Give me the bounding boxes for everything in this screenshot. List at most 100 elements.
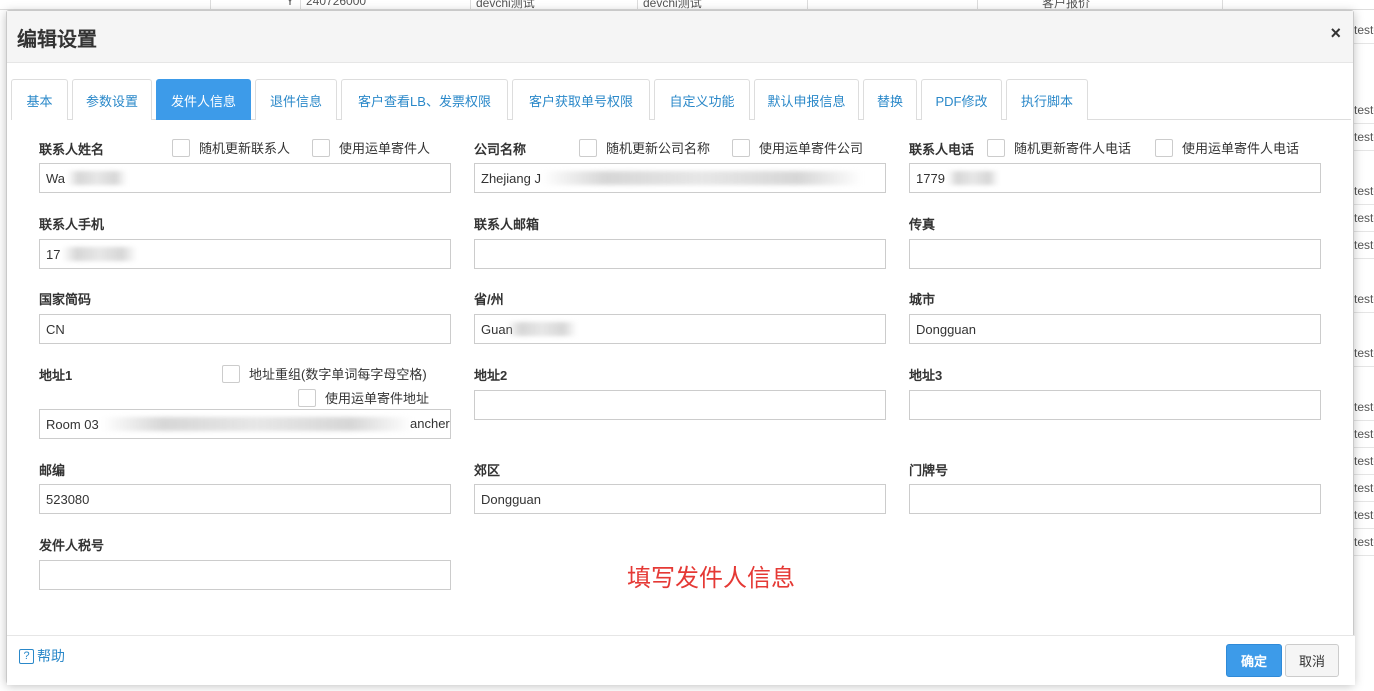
random-contact-checkbox[interactable]: 随机更新联系人: [172, 138, 290, 157]
tab-return-info[interactable]: 退件信息: [255, 79, 337, 120]
cancel-button[interactable]: 取消: [1285, 644, 1339, 677]
help-link[interactable]: ? 帮助: [19, 646, 65, 666]
background-row-cell: teste: [1354, 448, 1374, 475]
address2-label: 地址2: [474, 368, 508, 383]
background-row-cell: teste: [1354, 232, 1374, 259]
bg-row-col2: devchi测试: [643, 0, 702, 10]
address3-input[interactable]: [909, 390, 1321, 420]
bg-row-number: 240726000: [306, 0, 367, 8]
country-code-input[interactable]: [39, 314, 451, 344]
checkbox-box[interactable]: [987, 138, 1005, 157]
tab-sender-info[interactable]: 发件人信息: [156, 79, 251, 120]
background-top-row: Y 240726000 devchi测试 devchi测试 客户报价: [0, 0, 1374, 10]
redaction-blur: [67, 171, 127, 185]
edit-settings-dialog: 编辑设置 × 基本 参数设置 发件人信息 退件信息 客户查看LB、发票权限 客户…: [6, 10, 1355, 685]
contact-mobile-label: 联系人手机: [39, 217, 105, 232]
background-row-cell: teste: [1354, 421, 1374, 448]
tab-lb-invoice-permission[interactable]: 客户查看LB、发票权限: [341, 79, 508, 120]
checkbox-label: 使用运单寄件人电话: [1182, 141, 1300, 156]
bg-row-col1: devchi测试: [476, 0, 535, 10]
close-button[interactable]: ×: [1330, 23, 1341, 44]
background-row-cell: teste: [1354, 394, 1374, 421]
address1-value-tail: ancher: [410, 416, 450, 431]
background-row-cell: teste: [1354, 286, 1374, 313]
background-row-cell: teste: [1354, 97, 1374, 124]
checkbox-box[interactable]: [579, 138, 597, 157]
fax-input[interactable]: [909, 239, 1321, 269]
province-label: 省/州: [474, 292, 504, 307]
tab-custom-features[interactable]: 自定义功能: [654, 79, 750, 120]
background-row-cell: teste: [1354, 529, 1374, 556]
redaction-blur: [542, 171, 862, 185]
tab-bar: 基本 参数设置 发件人信息 退件信息 客户查看LB、发票权限 客户获取单号权限 …: [11, 79, 1351, 120]
company-name-label: 公司名称: [474, 142, 527, 157]
help-label[interactable]: 帮助: [37, 646, 65, 666]
district-input[interactable]: [474, 484, 886, 514]
checkbox-box[interactable]: [172, 138, 190, 157]
redaction-blur: [62, 247, 137, 261]
checkbox-box[interactable]: [732, 138, 750, 157]
help-icon[interactable]: ?: [19, 648, 34, 664]
tab-replace[interactable]: 替换: [863, 79, 917, 120]
tab-default-declaration[interactable]: 默认申报信息: [754, 79, 859, 120]
confirm-button[interactable]: 确定: [1226, 644, 1282, 677]
use-waybill-phone-checkbox[interactable]: 使用运单寄件人电话: [1155, 138, 1299, 157]
background-row-cell: teste: [1354, 17, 1374, 44]
checkbox-label: 随机更新联系人: [199, 141, 291, 156]
postcode-input[interactable]: [39, 484, 451, 514]
checkbox-label: 随机更新寄件人电话: [1014, 141, 1132, 156]
address3-label: 地址3: [909, 368, 943, 383]
bg-row-col3: 客户报价: [1042, 0, 1091, 10]
background-row-cell: teste: [1354, 205, 1374, 232]
checkbox-box[interactable]: [312, 138, 330, 157]
house-number-label: 门牌号: [909, 463, 949, 478]
contact-name-label: 联系人姓名: [39, 142, 105, 157]
postcode-label: 邮编: [39, 463, 66, 478]
dialog-footer: ? 帮助 确定 取消: [7, 635, 1355, 685]
tab-tracking-number-permission[interactable]: 客户获取单号权限: [512, 79, 650, 120]
redaction-blur: [507, 322, 577, 336]
tab-pdf-edit[interactable]: PDF修改: [921, 79, 1002, 120]
bg-row-letter: Y: [286, 0, 295, 8]
annotation-text: 填写发件人信息: [627, 565, 795, 592]
address2-input[interactable]: [474, 390, 886, 420]
redaction-blur: [947, 171, 999, 185]
background-row-cell: teste: [1354, 502, 1374, 529]
use-waybill-address-checkbox[interactable]: 使用运单寄件地址: [298, 388, 429, 407]
use-waybill-company-checkbox[interactable]: 使用运单寄件公司: [732, 138, 863, 157]
checkbox-label: 使用运单寄件人: [339, 141, 431, 156]
dialog-header: 编辑设置 ×: [7, 11, 1353, 63]
contact-email-input[interactable]: [474, 239, 886, 269]
dialog-title: 编辑设置: [17, 29, 97, 51]
background-row-cell: teste: [1354, 178, 1374, 205]
checkbox-box[interactable]: [1155, 138, 1173, 157]
city-input[interactable]: [909, 314, 1321, 344]
checkbox-label: 随机更新公司名称: [606, 141, 711, 156]
contact-email-label: 联系人邮箱: [474, 217, 540, 232]
redaction-blur: [102, 417, 412, 431]
city-label: 城市: [909, 292, 936, 307]
country-code-label: 国家简码: [39, 292, 92, 307]
house-number-input[interactable]: [909, 484, 1321, 514]
checkbox-box[interactable]: [298, 388, 316, 407]
random-company-checkbox[interactable]: 随机更新公司名称: [579, 138, 710, 157]
fax-label: 传真: [909, 217, 936, 232]
address1-label: 地址1: [39, 368, 73, 383]
district-label: 郊区: [474, 463, 501, 478]
tab-parameters[interactable]: 参数设置: [72, 79, 152, 120]
sender-tax-id-input[interactable]: [39, 560, 451, 590]
tab-run-script[interactable]: 执行脚本: [1006, 79, 1088, 120]
background-row-cell: teste: [1354, 475, 1374, 502]
checkbox-box[interactable]: [222, 364, 240, 383]
sender-tax-id-label: 发件人税号: [39, 538, 105, 553]
background-row-cell: teste: [1354, 124, 1374, 151]
use-waybill-sender-checkbox[interactable]: 使用运单寄件人: [312, 138, 430, 157]
address-regroup-checkbox[interactable]: 地址重组(数字单词每字母空格): [222, 364, 427, 383]
background-row-cell: teste: [1354, 340, 1374, 367]
checkbox-label: 地址重组(数字单词每字母空格): [249, 367, 427, 382]
contact-phone-label: 联系人电话: [909, 142, 975, 157]
tab-basic[interactable]: 基本: [11, 79, 68, 120]
checkbox-label: 使用运单寄件地址: [325, 391, 430, 406]
checkbox-label: 使用运单寄件公司: [759, 141, 864, 156]
random-phone-checkbox[interactable]: 随机更新寄件人电话: [987, 138, 1131, 157]
